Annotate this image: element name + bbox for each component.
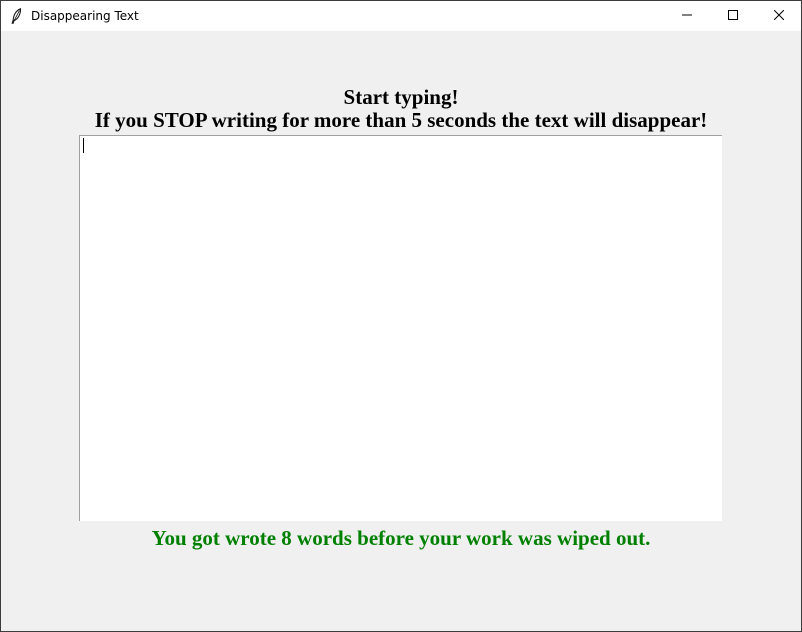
instruction-heading: Start typing!	[343, 85, 459, 109]
feather-icon	[10, 8, 22, 24]
close-icon	[773, 7, 785, 25]
status-message: You got wrote 8 words before your work w…	[151, 526, 651, 550]
maximize-button[interactable]	[710, 1, 756, 31]
instruction-warning: If you STOP writing for more than 5 seco…	[94, 108, 708, 132]
maximize-icon	[728, 7, 738, 25]
window-title: Disappearing Text	[31, 9, 139, 23]
typing-text-area[interactable]	[79, 135, 722, 521]
close-button[interactable]	[756, 1, 801, 31]
app-window: Disappearing Text Start typing! If you S…	[0, 0, 802, 632]
text-cursor	[83, 138, 84, 153]
title-bar[interactable]: Disappearing Text	[1, 1, 801, 31]
minimize-button[interactable]	[664, 1, 710, 31]
main-content: Start typing! If you STOP writing for mo…	[1, 31, 801, 631]
minimize-icon	[682, 7, 692, 25]
